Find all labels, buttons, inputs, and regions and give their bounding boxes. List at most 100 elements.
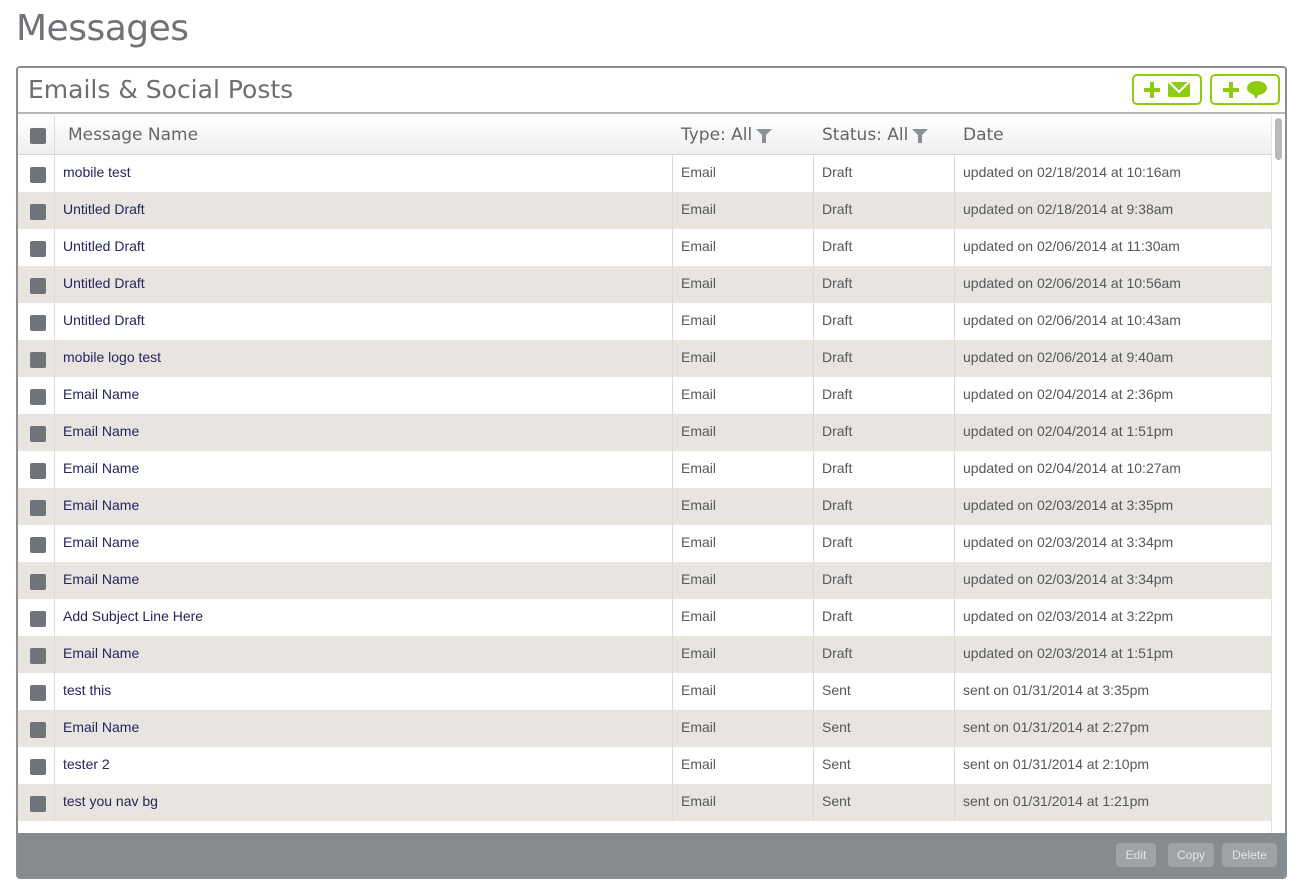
add-social-post-button[interactable] xyxy=(1210,74,1280,105)
message-date: updated on 02/06/2014 at 11:30am xyxy=(963,238,1180,254)
row-checkbox[interactable] xyxy=(30,722,46,738)
message-date: updated on 02/04/2014 at 1:51pm xyxy=(963,423,1174,439)
table-row[interactable]: mobile test Email Draft updated on 02/18… xyxy=(18,155,1271,192)
message-date: updated on 02/18/2014 at 9:38am xyxy=(963,201,1174,217)
row-checkbox[interactable] xyxy=(30,167,46,183)
row-checkbox[interactable] xyxy=(30,648,46,664)
message-name-link[interactable]: mobile test xyxy=(63,155,131,192)
row-checkbox[interactable] xyxy=(30,796,46,812)
table-row[interactable]: tester 2 Email Sent sent on 01/31/2014 a… xyxy=(18,747,1271,784)
table-row[interactable]: Untitled Draft Email Draft updated on 02… xyxy=(18,303,1271,340)
message-name-link[interactable]: Untitled Draft xyxy=(63,229,145,266)
message-status: Sent xyxy=(822,793,851,809)
message-name-link[interactable]: Untitled Draft xyxy=(63,192,145,229)
status-filter-label: Status: All xyxy=(822,125,909,145)
row-checkbox[interactable] xyxy=(30,426,46,442)
table-row[interactable]: Email Name Email Draft updated on 02/04/… xyxy=(18,414,1271,451)
row-checkbox[interactable] xyxy=(30,463,46,479)
select-all-checkbox[interactable] xyxy=(30,128,46,144)
message-status: Draft xyxy=(822,645,853,661)
message-name-link[interactable]: Email Name xyxy=(63,451,139,488)
table-row[interactable]: test you nav bg Email Sent sent on 01/31… xyxy=(18,784,1271,821)
message-name-link[interactable]: Untitled Draft xyxy=(63,266,145,303)
message-status: Draft xyxy=(822,164,853,180)
message-date: sent on 01/31/2014 at 2:27pm xyxy=(963,719,1150,735)
message-name-link[interactable]: Email Name xyxy=(63,525,139,562)
table-row[interactable]: Untitled Draft Email Draft updated on 02… xyxy=(18,229,1271,266)
column-header-status[interactable]: Status: All xyxy=(822,116,929,155)
copy-button[interactable]: Copy xyxy=(1168,843,1214,867)
message-date: updated on 02/03/2014 at 3:34pm xyxy=(963,534,1174,550)
message-type: Email xyxy=(681,793,717,809)
table-row[interactable]: Email Name Email Draft updated on 02/04/… xyxy=(18,451,1271,488)
scrollbar-thumb[interactable] xyxy=(1275,118,1282,160)
table-row[interactable]: mobile logo test Email Draft updated on … xyxy=(18,340,1271,377)
row-checkbox[interactable] xyxy=(30,204,46,220)
message-status: Draft xyxy=(822,608,853,624)
message-name-link[interactable]: Email Name xyxy=(63,377,139,414)
table-row[interactable]: Email Name Email Draft updated on 02/04/… xyxy=(18,377,1271,414)
filter-icon[interactable] xyxy=(912,129,929,143)
message-type: Email xyxy=(681,497,717,513)
message-type: Email xyxy=(681,719,717,735)
table-row[interactable]: Email Name Email Sent sent on 01/31/2014… xyxy=(18,710,1271,747)
add-email-button[interactable] xyxy=(1132,74,1202,105)
edit-button[interactable]: Edit xyxy=(1116,843,1156,867)
message-status: Draft xyxy=(822,423,853,439)
message-type: Email xyxy=(681,386,717,402)
message-name-link[interactable]: Untitled Draft xyxy=(63,303,145,340)
table-row[interactable]: Email Name Email Draft updated on 02/03/… xyxy=(18,636,1271,673)
row-checkbox[interactable] xyxy=(30,611,46,627)
table-row[interactable]: Email Name Email Draft updated on 02/03/… xyxy=(18,488,1271,525)
row-checkbox[interactable] xyxy=(30,537,46,553)
message-name-link[interactable]: mobile logo test xyxy=(63,340,161,377)
filter-icon[interactable] xyxy=(756,129,773,143)
row-checkbox[interactable] xyxy=(30,352,46,368)
message-name-link[interactable]: Email Name xyxy=(63,710,139,747)
list-scrollbar[interactable] xyxy=(1271,116,1285,833)
row-checkbox[interactable] xyxy=(30,389,46,405)
message-name-link[interactable]: Email Name xyxy=(63,636,139,673)
type-filter-label: Type: All xyxy=(681,125,753,145)
message-date: sent on 01/31/2014 at 3:35pm xyxy=(963,682,1150,698)
message-date: updated on 02/03/2014 at 3:22pm xyxy=(963,608,1174,624)
row-checkbox[interactable] xyxy=(30,685,46,701)
message-status: Draft xyxy=(822,571,853,587)
row-checkbox[interactable] xyxy=(30,315,46,331)
message-name-link[interactable]: test this xyxy=(63,673,111,710)
message-type: Email xyxy=(681,238,717,254)
table-row[interactable]: test this Email Sent sent on 01/31/2014 … xyxy=(18,673,1271,710)
message-type: Email xyxy=(681,682,717,698)
message-date: updated on 02/06/2014 at 9:40am xyxy=(963,349,1174,365)
column-header-date[interactable]: Date xyxy=(963,116,1004,155)
message-date: updated on 02/06/2014 at 10:43am xyxy=(963,312,1181,328)
row-checkbox[interactable] xyxy=(30,759,46,775)
delete-button[interactable]: Delete xyxy=(1222,843,1277,867)
message-name-link[interactable]: test you nav bg xyxy=(63,784,158,821)
message-type: Email xyxy=(681,571,717,587)
table-row[interactable]: Untitled Draft Email Draft updated on 02… xyxy=(18,266,1271,303)
table-row[interactable]: Email Name Email Draft updated on 02/03/… xyxy=(18,525,1271,562)
row-checkbox[interactable] xyxy=(30,574,46,590)
message-status: Draft xyxy=(822,386,853,402)
row-checkbox[interactable] xyxy=(30,278,46,294)
row-checkbox[interactable] xyxy=(30,241,46,257)
column-header-type[interactable]: Type: All xyxy=(681,116,773,155)
message-name-link[interactable]: Email Name xyxy=(63,488,139,525)
message-type: Email xyxy=(681,423,717,439)
table-header: Message Name Type: All Status: All Date xyxy=(18,116,1271,155)
plus-icon xyxy=(1144,81,1160,98)
message-name-link[interactable]: Email Name xyxy=(63,562,139,599)
message-name-link[interactable]: Add Subject Line Here xyxy=(63,599,203,636)
table-row[interactable]: Untitled Draft Email Draft updated on 02… xyxy=(18,192,1271,229)
message-status: Draft xyxy=(822,460,853,476)
message-name-link[interactable]: tester 2 xyxy=(63,747,110,784)
table-row[interactable]: Add Subject Line Here Email Draft update… xyxy=(18,599,1271,636)
row-checkbox[interactable] xyxy=(30,500,46,516)
message-date: updated on 02/18/2014 at 10:16am xyxy=(963,164,1181,180)
panel-header: Emails & Social Posts xyxy=(18,68,1285,114)
message-name-link[interactable]: Email Name xyxy=(63,414,139,451)
message-status: Draft xyxy=(822,534,853,550)
table-row[interactable]: Email Name Email Draft updated on 02/03/… xyxy=(18,562,1271,599)
column-header-name[interactable]: Message Name xyxy=(68,116,198,155)
